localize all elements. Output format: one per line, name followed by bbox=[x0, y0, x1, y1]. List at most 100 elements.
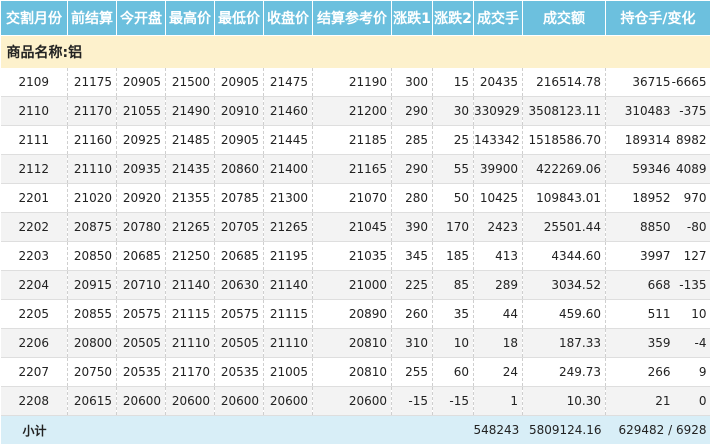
open-interest: 511 bbox=[648, 300, 671, 328]
table-row[interactable]: 2201210202092021355207852130021070280501… bbox=[1, 184, 710, 213]
change-2-cell: 15 bbox=[433, 68, 474, 97]
column-header[interactable]: 最高价 bbox=[166, 1, 215, 36]
turnover-cell: 10.30 bbox=[523, 387, 606, 416]
volume-cell: 1 bbox=[474, 387, 523, 416]
change-1-cell: 290 bbox=[392, 97, 433, 126]
table-row[interactable]: 2204209152071021140206302114021000225852… bbox=[1, 271, 710, 300]
open-interest: 3997 bbox=[640, 242, 671, 270]
prev-settle-cell: 20875 bbox=[68, 213, 117, 242]
delivery-month-cell: 2208 bbox=[1, 387, 68, 416]
turnover-cell: 187.33 bbox=[523, 329, 606, 358]
change-2-cell: 50 bbox=[433, 184, 474, 213]
turnover-cell: 3508123.11 bbox=[523, 97, 606, 126]
change-2-cell: 25 bbox=[433, 126, 474, 155]
column-header[interactable]: 成交额 bbox=[523, 1, 606, 36]
table-row[interactable]: 2207207502053521170205352100520810255602… bbox=[1, 358, 710, 387]
data-rows: 2109211752090521500209052147521190300152… bbox=[1, 68, 710, 416]
delivery-month-cell: 2112 bbox=[1, 155, 68, 184]
settle-ref-cell: 20810 bbox=[313, 329, 392, 358]
change-2-cell: 55 bbox=[433, 155, 474, 184]
column-header[interactable]: 涨跌2 bbox=[433, 1, 474, 36]
open-interest-change: 970 bbox=[684, 191, 707, 205]
table-row[interactable]: 2109211752090521500209052147521190300152… bbox=[1, 68, 710, 97]
column-header[interactable]: 前结算 bbox=[68, 1, 117, 36]
open-interest-cell: 3997 127 bbox=[606, 242, 710, 271]
column-header[interactable]: 今开盘 bbox=[117, 1, 166, 36]
open-interest-cell: 511 10 bbox=[606, 300, 710, 329]
table-row[interactable]: 2112211102093521435208602140021165290553… bbox=[1, 155, 710, 184]
open-interest-change: 8982 bbox=[676, 133, 707, 147]
column-header[interactable]: 持仓手/变化 bbox=[606, 1, 710, 36]
prev-settle-cell: 21170 bbox=[68, 97, 117, 126]
table-row[interactable]: 2111211602092521485209052144521185285251… bbox=[1, 126, 710, 155]
open-interest-cell: 593464089 bbox=[606, 155, 710, 184]
delivery-month-cell: 2109 bbox=[1, 68, 68, 97]
open-price-cell: 20780 bbox=[117, 213, 166, 242]
low-price-cell: 20535 bbox=[215, 358, 264, 387]
table-row[interactable]: 2203208502068521250206852119521035345185… bbox=[1, 242, 710, 271]
change-2-cell: 170 bbox=[433, 213, 474, 242]
close-price-cell: 21400 bbox=[264, 155, 313, 184]
high-price-cell: 21500 bbox=[166, 68, 215, 97]
open-interest-cell: 2669 bbox=[606, 358, 710, 387]
prev-settle-cell: 21110 bbox=[68, 155, 117, 184]
column-header[interactable]: 收盘价 bbox=[264, 1, 313, 36]
open-interest: 36715 bbox=[632, 68, 670, 96]
change-2-cell: 85 bbox=[433, 271, 474, 300]
change-2-cell: 35 bbox=[433, 300, 474, 329]
low-price-cell: 20860 bbox=[215, 155, 264, 184]
open-interest-change: 127 bbox=[684, 249, 707, 263]
futures-quote-table: 交割月份前结算今开盘最高价最低价收盘价结算参考价涨跌1涨跌2成交手成交额持仓手/… bbox=[0, 0, 710, 444]
commodity-name-row: 商品名称:铝 bbox=[1, 36, 710, 69]
volume-cell: 289 bbox=[474, 271, 523, 300]
header-row: 交割月份前结算今开盘最高价最低价收盘价结算参考价涨跌1涨跌2成交手成交额持仓手/… bbox=[1, 1, 710, 36]
table-row[interactable]: 2205208552057521115205752111520890260354… bbox=[1, 300, 710, 329]
change-2-cell: -15 bbox=[433, 387, 474, 416]
high-price-cell: 21265 bbox=[166, 213, 215, 242]
open-price-cell: 20920 bbox=[117, 184, 166, 213]
close-price-cell: 21110 bbox=[264, 329, 313, 358]
low-price-cell: 20905 bbox=[215, 126, 264, 155]
table-row[interactable]: 2202208752078021265207052126521045390170… bbox=[1, 213, 710, 242]
table-row[interactable]: 2208206152060020600206002060020600-15-15… bbox=[1, 387, 710, 416]
prev-settle-cell: 21175 bbox=[68, 68, 117, 97]
column-header[interactable]: 涨跌1 bbox=[392, 1, 433, 36]
prev-settle-cell: 20855 bbox=[68, 300, 117, 329]
delivery-month-cell: 2203 bbox=[1, 242, 68, 271]
column-header[interactable]: 交割月份 bbox=[1, 1, 68, 36]
turnover-cell: 422269.06 bbox=[523, 155, 606, 184]
change-2-cell: 10 bbox=[433, 329, 474, 358]
change-1-cell: 310 bbox=[392, 329, 433, 358]
prev-settle-cell: 20915 bbox=[68, 271, 117, 300]
settle-ref-cell: 20810 bbox=[313, 358, 392, 387]
open-interest-cell: 36715-6665 bbox=[606, 68, 710, 97]
high-price-cell: 21140 bbox=[166, 271, 215, 300]
settle-ref-cell: 21070 bbox=[313, 184, 392, 213]
volume-cell: 143342 bbox=[474, 126, 523, 155]
column-header[interactable]: 成交手 bbox=[474, 1, 523, 36]
low-price-cell: 20505 bbox=[215, 329, 264, 358]
change-1-cell: 260 bbox=[392, 300, 433, 329]
prev-settle-cell: 21160 bbox=[68, 126, 117, 155]
high-price-cell: 21110 bbox=[166, 329, 215, 358]
close-price-cell: 21195 bbox=[264, 242, 313, 271]
table-row[interactable]: 2206208002050521110205052111020810310101… bbox=[1, 329, 710, 358]
open-price-cell: 20535 bbox=[117, 358, 166, 387]
open-price-cell: 20505 bbox=[117, 329, 166, 358]
prev-settle-cell: 20800 bbox=[68, 329, 117, 358]
column-header[interactable]: 最低价 bbox=[215, 1, 264, 36]
open-interest: 21 bbox=[655, 387, 670, 415]
column-header[interactable]: 结算参考价 bbox=[313, 1, 392, 36]
turnover-cell: 4344.60 bbox=[523, 242, 606, 271]
turnover-cell: 216514.78 bbox=[523, 68, 606, 97]
open-price-cell: 20710 bbox=[117, 271, 166, 300]
table-row[interactable]: 2110211702105521490209102146021200290303… bbox=[1, 97, 710, 126]
high-price-cell: 21115 bbox=[166, 300, 215, 329]
turnover-cell: 25501.44 bbox=[523, 213, 606, 242]
high-price-cell: 21170 bbox=[166, 358, 215, 387]
change-1-cell: 285 bbox=[392, 126, 433, 155]
open-interest-change: 10 bbox=[691, 307, 706, 321]
open-interest-cell: 310483-375 bbox=[606, 97, 710, 126]
open-interest-change: -135 bbox=[679, 278, 706, 292]
close-price-cell: 21445 bbox=[264, 126, 313, 155]
